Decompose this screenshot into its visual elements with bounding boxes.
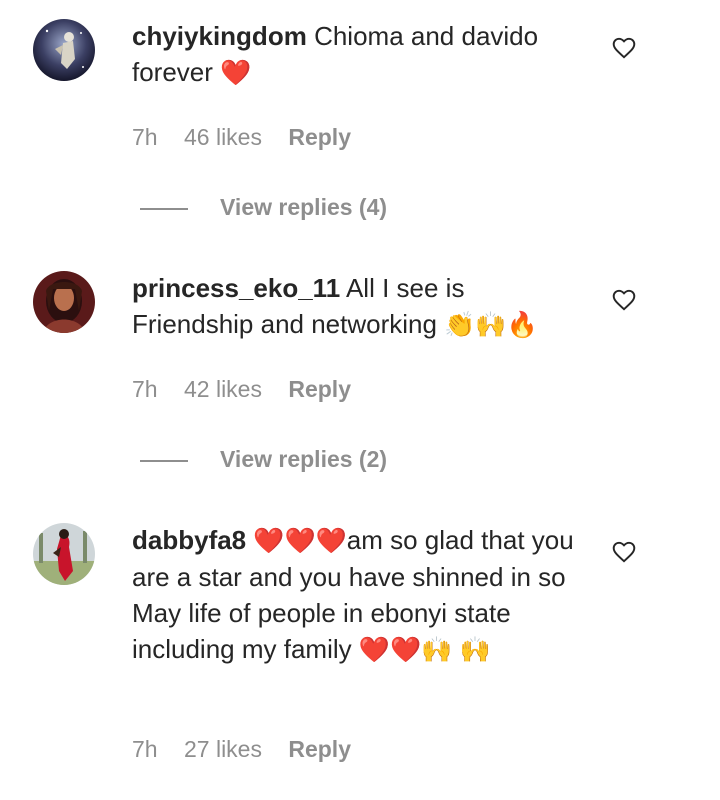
comment-body: dabbyfa8 ❤️❤️❤️am so glad that you are a… [132,522,582,668]
comment-body: princess_eko_11 All I see is Friendship … [132,270,582,343]
avatar[interactable] [33,523,95,585]
comment-username[interactable]: princess_eko_11 [132,273,340,303]
avatar[interactable] [33,19,95,81]
reply-button[interactable]: Reply [288,736,351,762]
view-replies-label: View replies (2) [220,446,388,472]
reply-button[interactable]: Reply [288,124,351,150]
view-replies-button[interactable]: View replies (2) [140,446,387,473]
comment-meta: 7h 46 likes Reply [132,124,371,151]
comment-likes[interactable]: 46 likes [184,124,262,150]
comment-likes[interactable]: 42 likes [184,376,262,402]
heart-emoji: ❤️❤️❤️ [253,526,347,555]
comment-meta: 7h 27 likes Reply [132,736,371,763]
emoji-group: 👏🙌🔥 [444,310,538,339]
view-replies-label: View replies (4) [220,194,388,220]
comment-time: 7h [132,376,158,402]
heart-icon[interactable] [611,287,637,313]
comment-username[interactable]: dabbyfa8 [132,525,246,555]
comment-body: chyiykingdom Chioma and davido forever ❤… [132,18,582,91]
view-replies-button[interactable]: View replies (4) [140,194,387,221]
raising-hands-emoji: 🙌 [459,635,491,664]
heart-icon[interactable] [611,35,637,61]
comment-likes[interactable]: 27 likes [184,736,262,762]
comment-time: 7h [132,124,158,150]
divider [140,207,188,210]
comment-time: 7h [132,736,158,762]
comment-meta: 7h 42 likes Reply [132,376,371,403]
emoji-group: ❤️❤️🙌 [358,635,453,664]
reply-button[interactable]: Reply [288,376,351,402]
heart-icon[interactable] [611,539,637,565]
avatar[interactable] [33,271,95,333]
comment-username[interactable]: chyiykingdom [132,21,307,51]
divider [140,459,188,462]
heart-emoji: ❤️ [220,58,252,87]
